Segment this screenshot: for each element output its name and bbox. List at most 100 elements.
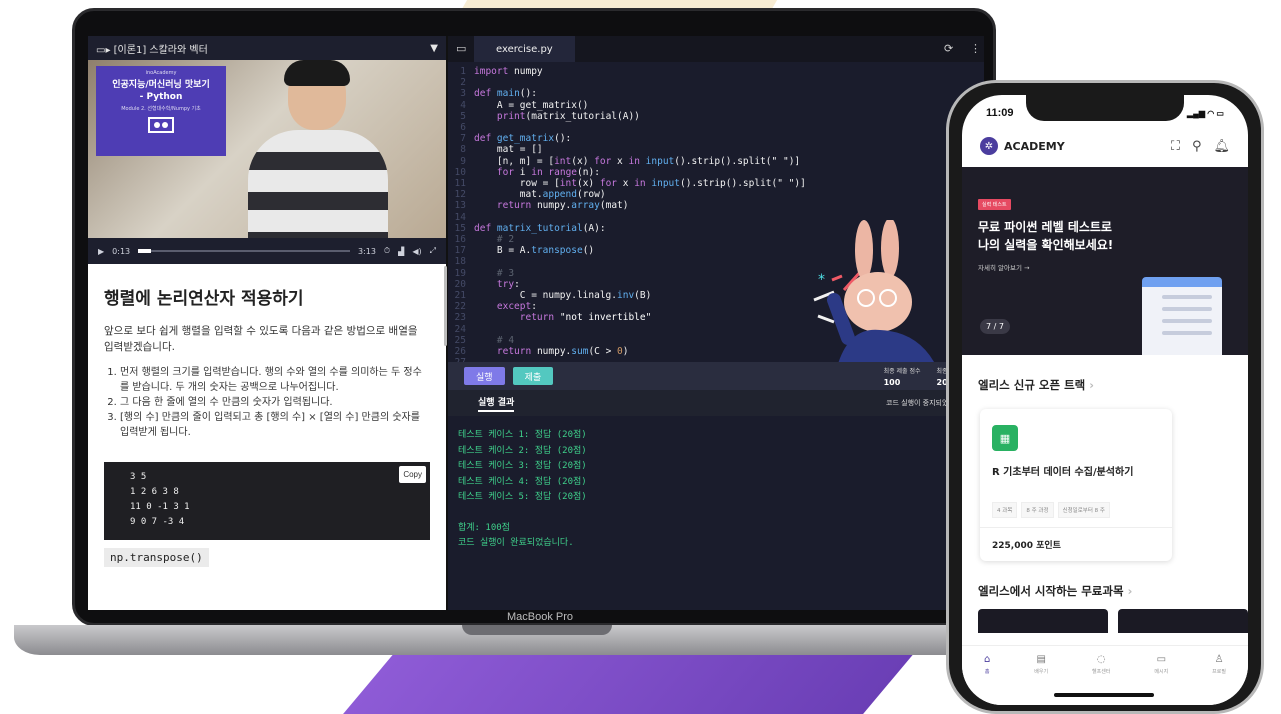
bell-icon[interactable]: 🔔︎	[1213, 139, 1230, 154]
course-thumb[interactable]	[978, 609, 1108, 633]
profile-icon: ♙	[1214, 654, 1224, 665]
instructor-image	[238, 60, 398, 238]
video-controls: ▶ 0:13 3:13 ⏱ ▟ ◀) ⤢	[88, 238, 446, 264]
banner-more-link[interactable]: 자세히 알아보기 →	[978, 262, 1232, 272]
search-icon[interactable]: ⚲	[1192, 139, 1202, 154]
result-line: 테스트 케이스 1: 정답 (20점)	[458, 430, 587, 440]
quality-icon[interactable]: ▟	[398, 247, 404, 256]
score-label: 최종 제출 점수	[883, 368, 921, 375]
course-thumb[interactable]	[1118, 609, 1248, 633]
result-done: 코드 실행이 완료되었습니다.	[458, 538, 574, 548]
run-button[interactable]: 실행	[464, 367, 505, 385]
sample-line: 11 0 -1 3 1	[130, 502, 190, 512]
more-icon[interactable]: ⋮	[970, 42, 981, 55]
current-time: 0:13	[112, 246, 131, 256]
nav-message[interactable]: ▭ 메시지	[1154, 654, 1168, 705]
home-icon: ⌂	[983, 654, 991, 665]
laptop-screen: ▭▸ [이론1] 스칼라와 벡터 ▼ inoAcademy 인공지능/머신러닝 …	[88, 36, 984, 610]
step-item: [행의 수] 만큼의 줄이 입력되고 총 [행의 수] × [열의 수] 만큼의…	[120, 410, 430, 440]
volume-icon[interactable]: ◀)	[412, 247, 421, 256]
tab-result[interactable]: 실행 결과	[478, 395, 515, 412]
result-line: 테스트 케이스 5: 정답 (20점)	[458, 492, 587, 502]
nav-help[interactable]: ◌ 헬프센터	[1092, 654, 1110, 705]
app-header: ✲ ACADEMY ⛶ ⚲ 🔔︎	[962, 125, 1248, 167]
copy-button[interactable]: Copy	[399, 466, 426, 483]
refresh-icon[interactable]: ⟳	[944, 42, 953, 55]
bottom-nav: ⌂ 홈 ▤ 배우기 ◌ 헬프센터 ▭ 메시지 ♙ 프로필	[962, 645, 1248, 705]
video-player[interactable]: inoAcademy 인공지능/머신러닝 맛보기 - Python Module …	[88, 60, 446, 238]
tab-exercise[interactable]: exercise.py	[474, 36, 575, 62]
video-title: [이론1] 스칼라와 벡터	[113, 44, 208, 56]
course-tag: 신청일로부터 8 주	[1057, 502, 1110, 518]
app-logo[interactable]: ✲ ACADEMY	[980, 137, 1065, 155]
slide-brand: inoAcademy	[145, 70, 177, 76]
code-area[interactable]: 1 import numpy 2 3 def main(): 4 A = get_m…	[448, 62, 984, 362]
result-line: 테스트 케이스 2: 정답 (20점)	[458, 445, 587, 456]
logo-text: ACADEMY	[1004, 139, 1065, 153]
track-section-title[interactable]: 엘리스 신규 오픈 트랙 ›	[962, 355, 1248, 403]
laptop-notch	[462, 625, 612, 635]
signal-wifi-battery-icon: ▂▄▆ ◠ ▭	[1187, 108, 1224, 118]
video-icon: ▭▸	[96, 44, 114, 56]
video-slide: inoAcademy 인공지능/머신러닝 맛보기 - Python Module …	[96, 66, 226, 156]
play-icon[interactable]: ▶	[98, 247, 104, 256]
nav-profile[interactable]: ♙ 프로필	[1212, 654, 1226, 705]
course-price: 225,000 포인트	[980, 527, 1172, 561]
slide-subtitle: Module 2. 선형대수학/Numpy 기초	[121, 106, 201, 112]
book-icon: ▤	[1036, 654, 1046, 665]
promo-banner[interactable]: 실력 테스트 무료 파이썬 레벨 테스트로 나의 실력을 확인해보세요! 자세히 …	[962, 167, 1248, 355]
rabbit-mascot: * *	[813, 220, 934, 362]
scan-icon[interactable]: ⛶	[1171, 139, 1180, 154]
slide-title: 인공지능/머신러닝 맛보기 - Python	[112, 80, 210, 102]
step-item: 그 다음 한 줄에 열의 수 만큼의 숫자가 입력됩니다.	[120, 395, 430, 410]
course-icon: ▦	[992, 425, 1018, 451]
clipboard-illustration	[1142, 277, 1222, 355]
nav-home[interactable]: ⌂ 홈	[984, 654, 990, 705]
lesson-steps: 먼저 행렬의 크기를 입력받습니다. 행의 수와 열의 수를 의미하는 두 정수…	[120, 365, 430, 440]
folder-icon[interactable]: ▭	[456, 42, 466, 55]
course-tag: 4 과목	[992, 502, 1018, 518]
run-bar: 실행 제출 최종 제출 점수100 최종 제출2020.6.1	[448, 362, 984, 390]
lesson-heading: 행렬에 논리연산자 적용하기	[104, 289, 304, 309]
chevron-right-icon: ›	[1089, 378, 1094, 392]
promo-stage: ▭▸ [이론1] 스칼라와 벡터 ▼ inoAcademy 인공지능/머신러닝 …	[0, 0, 1281, 714]
seek-bar[interactable]	[138, 249, 350, 253]
result-total: 합계: 100점	[458, 522, 510, 533]
fullscreen-icon[interactable]: ⤢	[430, 246, 436, 256]
course-tags: 4 과목 8 주 과정 신청일로부터 8 주	[992, 502, 1160, 518]
message-icon: ▭	[1156, 654, 1167, 665]
home-indicator	[1054, 693, 1154, 697]
editor-tabbar: ▭ exercise.py ⟳ ⋮	[448, 36, 984, 62]
course-title: R 기초부터 데이터 수집/분석하기	[992, 467, 1134, 478]
header-actions: ⛶ ⚲ 🔔︎	[1171, 139, 1230, 154]
result-output: 테스트 케이스 1: 정답 (20점) 테스트 케이스 2: 정답 (20점) …	[448, 416, 984, 564]
svg-text:*: *	[818, 272, 825, 288]
result-line: 테스트 케이스 4: 정답 (20점)	[458, 476, 587, 487]
speed-icon[interactable]: ⏱	[384, 246, 390, 256]
sample-input-block: Copy 3 5 1 2 6 3 8 11 0 -1 3 1 9 0 7 -3 …	[104, 462, 430, 540]
slide-icon	[148, 117, 174, 133]
chevron-right-icon: ›	[1127, 584, 1133, 598]
lesson-intro: 앞으로 보다 쉽게 행렬을 입력할 수 있도록 다음과 같은 방법으로 배열을 …	[104, 325, 418, 353]
inline-code: np.transpose()	[104, 548, 209, 567]
result-line: 테스트 케이스 3: 정답 (20점)	[458, 461, 587, 471]
free-section-title[interactable]: 엘리스에서 시작하는 무료과목 ›	[962, 561, 1248, 609]
scrollbar[interactable]	[444, 266, 447, 346]
submit-button[interactable]: 제출	[512, 367, 554, 385]
phone-screen: 11:09 ▂▄▆ ◠ ▭ ✲ ACADEMY ⛶ ⚲ 🔔︎ 실력 테스트 무료…	[962, 95, 1248, 705]
sample-line: 9 0 7 -3 4	[130, 517, 185, 527]
logo-icon: ✲	[980, 137, 998, 155]
course-card[interactable]: ▦ R 기초부터 데이터 수집/분석하기 4 과목 8 주 과정 신청일로부터 …	[980, 409, 1172, 561]
result-header: 실행 결과 코드 실행이 중지되었습니다.	[448, 390, 984, 416]
laptop-brand: MacBook Pro	[506, 611, 574, 623]
nav-learn[interactable]: ▤ 배우기	[1034, 654, 1048, 705]
banner-page-indicator: 7 / 7	[980, 319, 1010, 334]
code-editor: ▭ exercise.py ⟳ ⋮ 1 import numpy 2 3 def m…	[448, 36, 984, 610]
dropdown-icon[interactable]: ▼	[430, 43, 438, 54]
free-course-thumbs	[962, 609, 1248, 633]
lesson-panel: ▭▸ [이론1] 스칼라와 벡터 ▼ inoAcademy 인공지능/머신러닝 …	[88, 36, 447, 610]
banner-title: 무료 파이썬 레벨 테스트로 나의 실력을 확인해보세요!	[978, 220, 1114, 252]
chat-icon: ◌	[1096, 654, 1106, 665]
banner-tag: 실력 테스트	[978, 199, 1011, 210]
score-value: 100	[883, 378, 901, 387]
